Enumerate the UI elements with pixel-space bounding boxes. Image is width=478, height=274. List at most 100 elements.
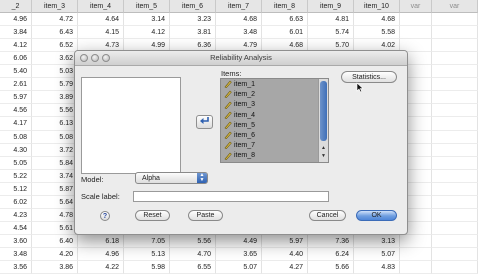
table-cell[interactable] [432,65,478,78]
table-cell[interactable]: 6.55 [170,261,216,274]
help-icon[interactable]: ? [100,211,110,221]
table-cell[interactable]: 3.23 [170,13,216,26]
table-cell[interactable]: 4.96 [78,248,124,261]
table-cell[interactable]: 3.65 [216,248,262,261]
table-cell[interactable]: 5.40 [0,65,32,78]
items-scrollbar[interactable]: ▲ ▼ [318,79,328,162]
table-cell[interactable] [432,222,478,235]
table-cell[interactable]: 6.40 [32,235,78,248]
list-item[interactable]: item_3 [224,100,255,110]
column-header[interactable]: item_10 [354,0,400,13]
table-cell[interactable] [400,26,432,39]
list-item[interactable]: item_8 [224,151,255,161]
table-cell[interactable]: 5.05 [0,157,32,170]
table-cell[interactable]: 5.07 [354,248,400,261]
table-cell[interactable]: 5.79 [32,78,78,91]
table-cell[interactable]: 4.78 [32,209,78,222]
statistics-button[interactable]: Statistics... [341,71,397,83]
table-cell[interactable]: 6.43 [32,26,78,39]
table-cell[interactable]: 4.27 [262,261,308,274]
list-item[interactable]: item_7 [224,141,255,151]
table-cell[interactable] [432,78,478,91]
paste-button[interactable]: Paste [188,210,223,221]
list-item[interactable]: item_2 [224,90,255,100]
table-cell[interactable]: 4.64 [78,13,124,26]
table-cell[interactable] [432,157,478,170]
table-cell[interactable] [400,13,432,26]
dialog-title-bar[interactable]: Reliability Analysis [75,51,407,66]
table-cell[interactable] [432,235,478,248]
table-cell[interactable]: 5.12 [0,183,32,196]
table-cell[interactable]: 2.61 [0,78,32,91]
table-cell[interactable] [400,248,432,261]
table-cell[interactable]: 5.03 [32,65,78,78]
table-cell[interactable]: 3.13 [354,235,400,248]
column-header[interactable]: item_9 [308,0,354,13]
list-item[interactable]: item_6 [224,131,255,141]
table-cell[interactable]: 4.23 [0,209,32,222]
table-cell[interactable] [432,39,478,52]
table-cell[interactable]: 3.84 [0,26,32,39]
column-header[interactable]: item_7 [216,0,262,13]
table-cell[interactable]: 7.05 [124,235,170,248]
table-cell[interactable]: 4.68 [216,13,262,26]
table-cell[interactable] [432,131,478,144]
list-item[interactable]: item_1 [224,80,255,90]
table-cell[interactable]: 5.08 [0,131,32,144]
table-cell[interactable]: 3.81 [170,26,216,39]
column-header[interactable]: var [432,0,478,13]
table-cell[interactable]: 5.98 [124,261,170,274]
table-cell[interactable]: 4.49 [216,235,262,248]
table-cell[interactable]: 6.01 [262,26,308,39]
table-cell[interactable]: 4.72 [32,13,78,26]
table-cell[interactable]: 3.86 [32,261,78,274]
model-select[interactable]: Alpha ▲▼ [135,172,208,184]
table-cell[interactable]: 3.60 [0,235,32,248]
minimize-window-icon[interactable] [91,54,99,62]
table-cell[interactable]: 6.24 [308,248,354,261]
table-cell[interactable] [400,235,432,248]
table-cell[interactable] [432,144,478,157]
table-cell[interactable]: 6.06 [0,52,32,65]
table-cell[interactable]: 4.68 [354,13,400,26]
table-cell[interactable]: 4.17 [0,117,32,130]
table-cell[interactable]: 3.62 [32,52,78,65]
table-cell[interactable]: 3.72 [32,144,78,157]
table-cell[interactable] [432,183,478,196]
table-cell[interactable]: 3.14 [124,13,170,26]
table-cell[interactable] [432,26,478,39]
table-cell[interactable]: 4.12 [124,26,170,39]
close-window-icon[interactable] [80,54,88,62]
table-cell[interactable]: 5.58 [354,26,400,39]
reset-button[interactable]: Reset [135,210,170,221]
move-to-items-button[interactable] [196,115,213,129]
table-cell[interactable]: 3.89 [32,91,78,104]
list-item[interactable]: item_5 [224,121,255,131]
scroll-down-icon[interactable]: ▼ [321,153,326,159]
source-variable-list[interactable] [81,77,181,174]
table-cell[interactable]: 4.30 [0,144,32,157]
table-cell[interactable] [432,104,478,117]
scrollbar-thumb[interactable] [320,81,327,141]
column-header[interactable]: item_4 [78,0,124,13]
table-cell[interactable]: 4.54 [0,222,32,235]
table-cell[interactable]: 3.48 [216,26,262,39]
table-cell[interactable]: 3.74 [32,170,78,183]
table-cell[interactable]: 4.56 [0,104,32,117]
table-cell[interactable]: 4.96 [0,13,32,26]
column-header[interactable]: item_3 [32,0,78,13]
table-cell[interactable]: 5.61 [32,222,78,235]
table-cell[interactable]: 5.13 [124,248,170,261]
table-cell[interactable]: 6.52 [32,39,78,52]
table-cell[interactable]: 4.22 [78,261,124,274]
table-cell[interactable]: 5.08 [32,131,78,144]
table-cell[interactable] [400,261,432,274]
table-cell[interactable]: 6.18 [78,235,124,248]
table-cell[interactable]: 4.12 [0,39,32,52]
cancel-button[interactable]: Cancel [309,210,346,221]
table-cell[interactable] [432,196,478,209]
table-cell[interactable]: 5.84 [32,157,78,170]
table-cell[interactable] [432,52,478,65]
table-cell[interactable]: 3.56 [0,261,32,274]
table-cell[interactable]: 5.74 [308,26,354,39]
